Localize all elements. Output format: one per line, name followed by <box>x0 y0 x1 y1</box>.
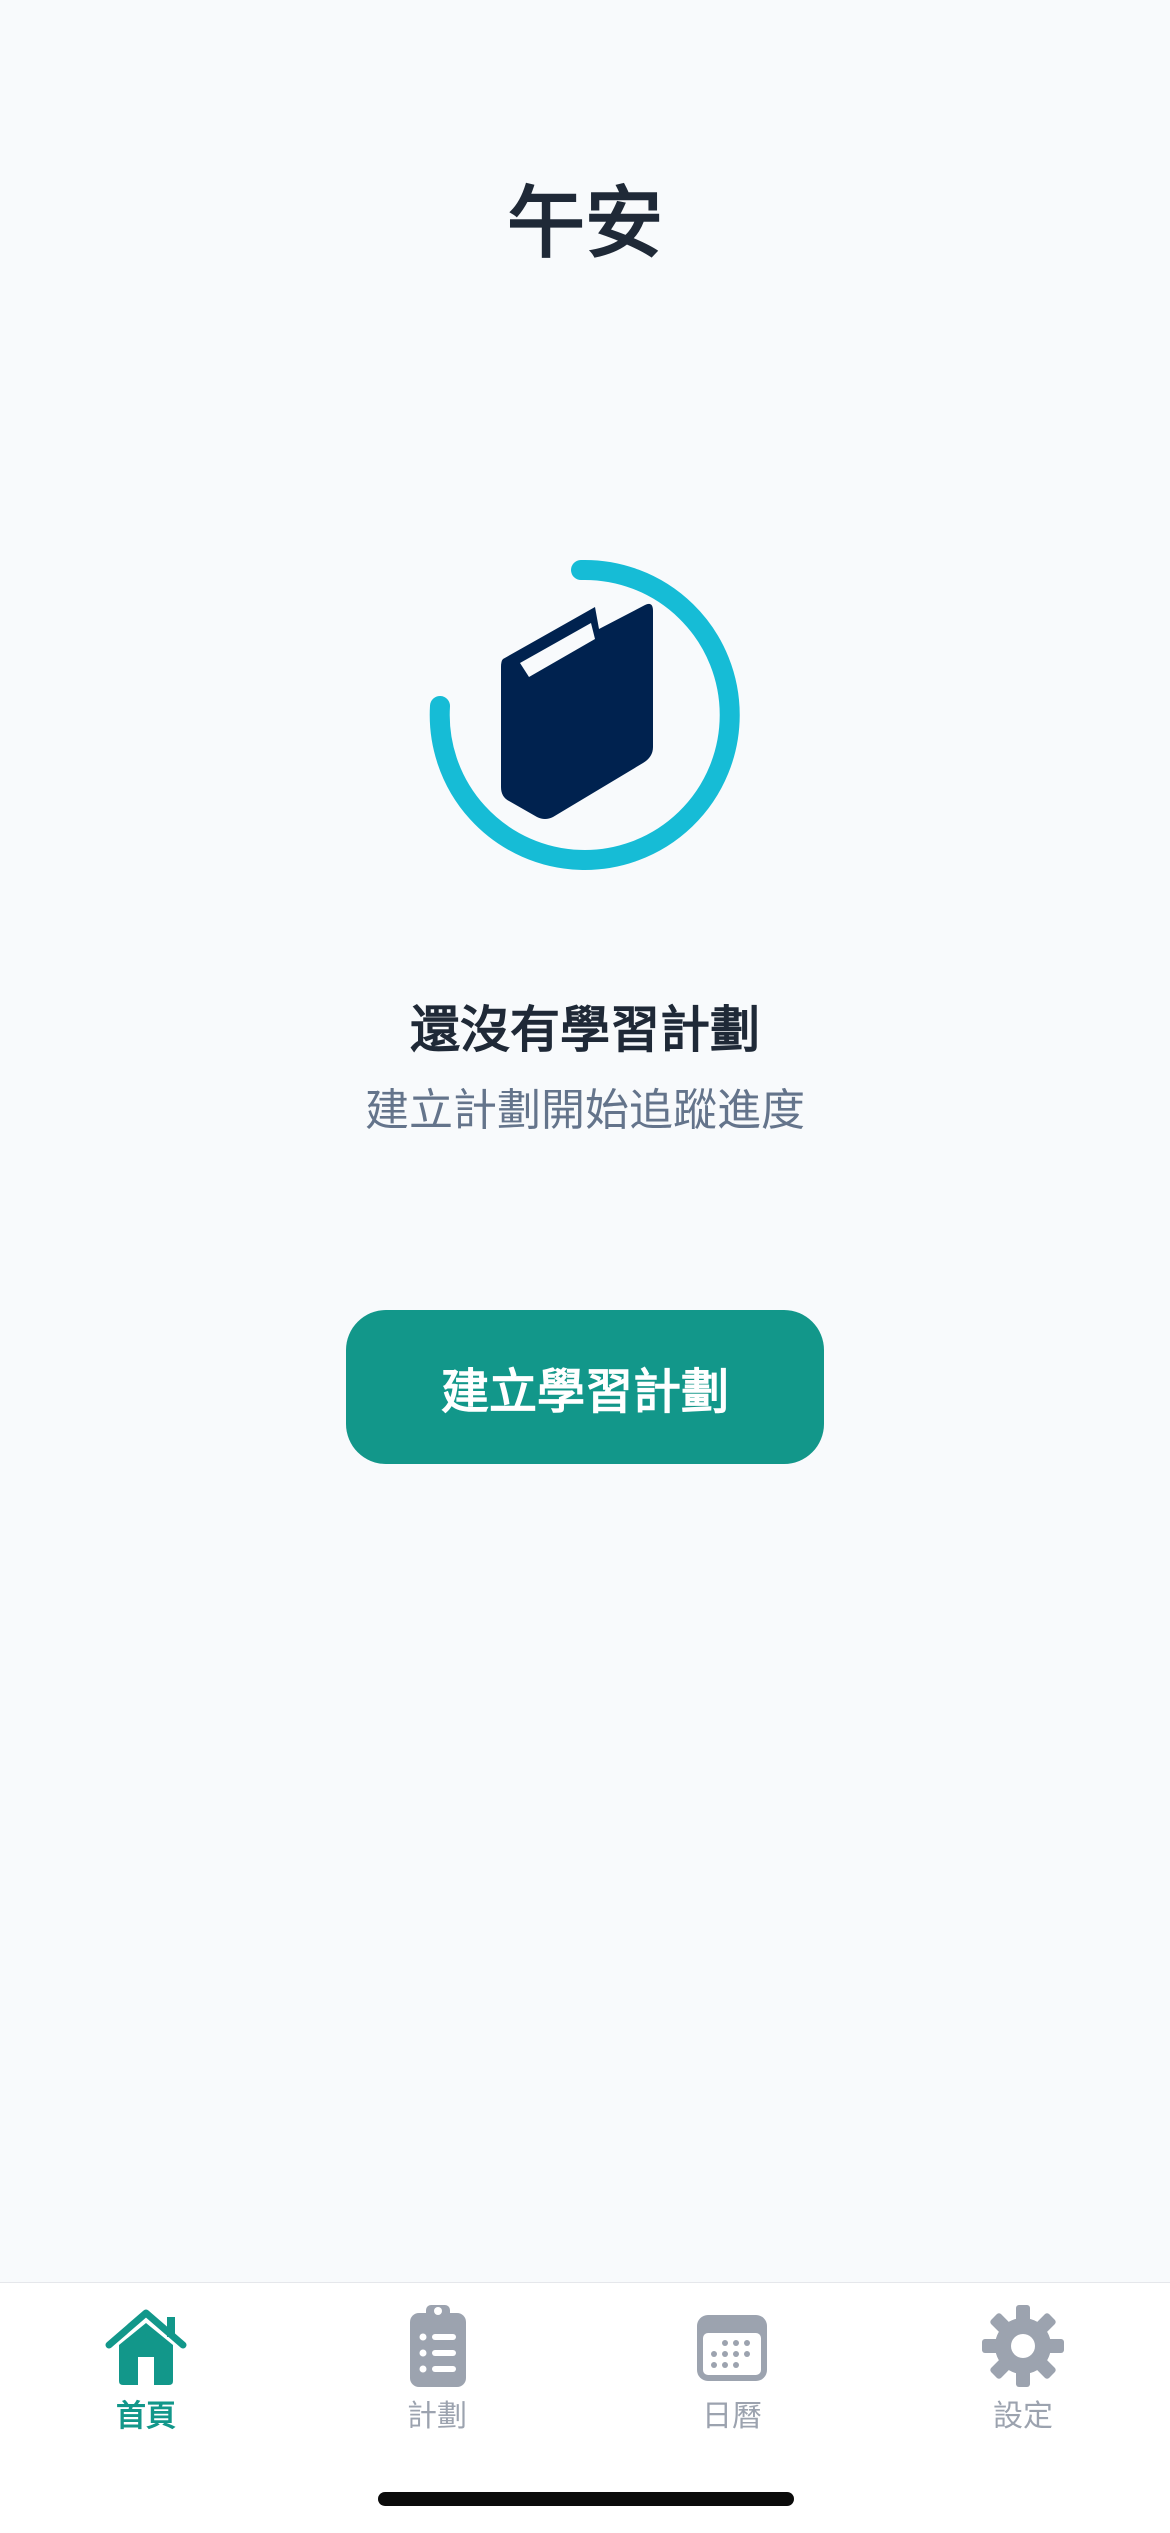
tab-home[interactable]: 首頁 <box>46 2301 246 2451</box>
home-icon <box>101 2301 191 2391</box>
gear-icon <box>978 2301 1068 2391</box>
tab-plans-label: 計劃 <box>407 2399 467 2434</box>
tab-settings-label: 設定 <box>993 2399 1053 2434</box>
tab-calendar[interactable]: 日曆 <box>632 2301 832 2451</box>
home-indicator[interactable] <box>378 2492 794 2506</box>
tab-calendar-label: 日曆 <box>702 2399 762 2434</box>
empty-state-title: 還沒有學習計劃 <box>410 1001 760 1059</box>
create-study-plan-button[interactable]: 建立學習計劃 <box>346 1310 824 1464</box>
tab-settings[interactable]: 設定 <box>923 2301 1123 2451</box>
tab-home-label: 首頁 <box>116 2399 176 2434</box>
greeting-title: 午安 <box>506 179 663 269</box>
empty-state-illustration <box>425 555 745 875</box>
empty-state-subtitle: 建立計劃開始追蹤進度 <box>365 1085 805 1136</box>
book-icon <box>429 559 740 870</box>
tab-plans[interactable]: 計劃 <box>337 2301 537 2451</box>
calendar-icon <box>687 2301 777 2391</box>
clipboard-list-icon <box>392 2301 482 2391</box>
